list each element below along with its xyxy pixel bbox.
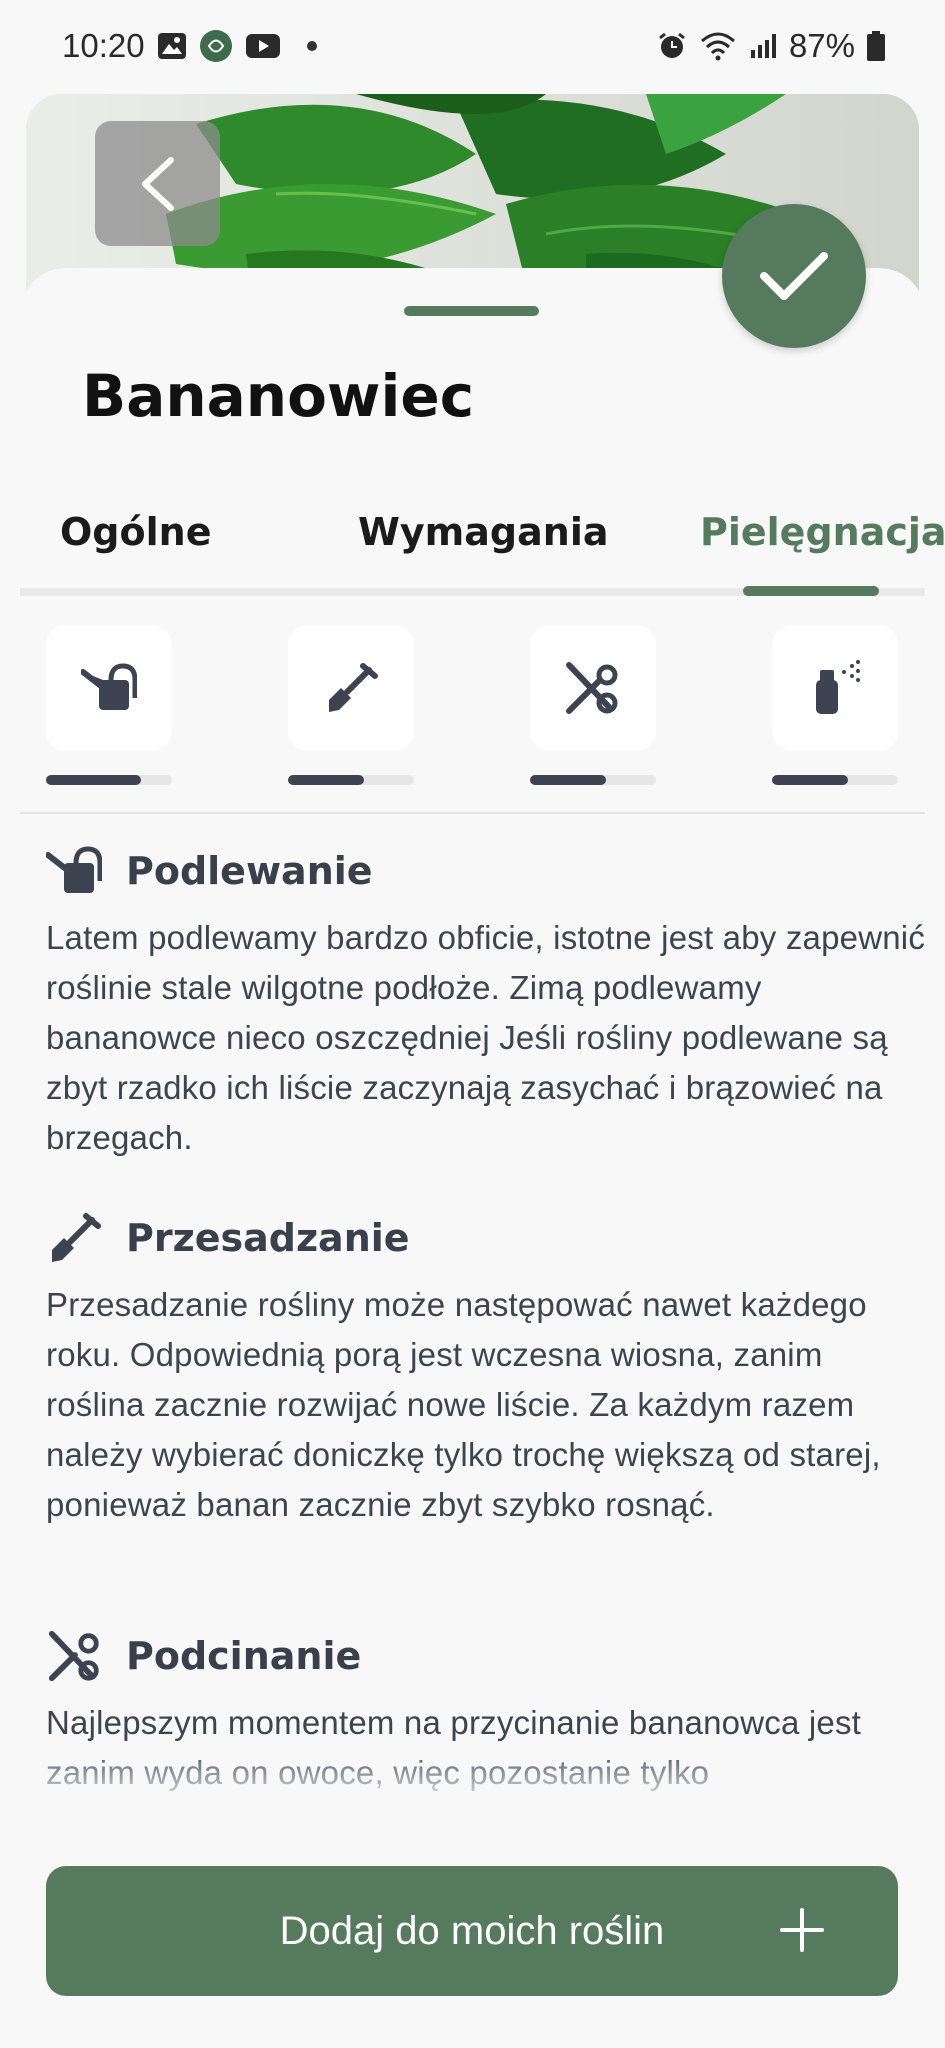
sheet-grab-handle[interactable] [404, 306, 539, 316]
care-card-repotting[interactable] [288, 625, 414, 751]
section-title: Podcinanie [126, 1634, 362, 1678]
signal-icon [749, 32, 777, 60]
care-level-repotting [288, 775, 414, 785]
confirm-button[interactable] [722, 204, 866, 348]
section-title: Podlewanie [126, 849, 373, 893]
youtube-icon [245, 33, 281, 59]
scissors-icon [46, 1627, 104, 1685]
section-divider [20, 812, 925, 814]
scroll-fade [0, 1745, 945, 1820]
chevron-left-icon [141, 156, 174, 211]
care-details: Podlewanie Latem podlewamy bardzo obfici… [0, 835, 945, 1815]
add-button-label: Dodaj do moich roślin [279, 1908, 665, 1953]
shovel-icon [46, 1209, 104, 1267]
watering-can-icon [46, 842, 104, 900]
plant-name: Bananowiec [82, 362, 475, 430]
back-button[interactable] [95, 121, 220, 246]
app-icon [199, 29, 233, 63]
section-watering: Podlewanie Latem podlewamy bardzo obfici… [46, 835, 926, 1163]
tab-requirements[interactable]: Wymagania [358, 510, 609, 554]
spray-bottle-icon [816, 660, 860, 714]
tab-active-indicator [743, 586, 879, 596]
tab-bar: Ogólne Wymagania Pielęgnacja [20, 500, 945, 596]
watering-can-icon [81, 663, 137, 710]
battery-percent: 87% [788, 27, 855, 64]
care-card-misting[interactable] [772, 625, 898, 751]
care-level-watering [46, 775, 172, 785]
care-overview [0, 625, 945, 785]
scissors-icon [566, 662, 618, 714]
status-bar: 10:20 87% [0, 0, 945, 92]
wifi-icon [699, 31, 737, 61]
tab-care[interactable]: Pielęgnacja [700, 510, 945, 554]
care-card-pruning[interactable] [530, 625, 656, 751]
gallery-icon [157, 32, 187, 60]
tab-general[interactable]: Ogólne [60, 510, 211, 554]
section-text: Przesadzanie rośliny może następować naw… [46, 1286, 881, 1523]
notification-dot [306, 41, 317, 51]
section-text: Latem podlewamy bardzo obficie, istotne … [46, 919, 926, 1156]
shovel-icon [329, 663, 378, 712]
section-title: Przesadzanie [126, 1216, 410, 1260]
care-level-misting [772, 775, 898, 785]
care-card-watering[interactable] [46, 625, 172, 751]
battery-icon [867, 31, 885, 61]
section-repotting: Przesadzanie Przesadzanie rośliny może n… [46, 1202, 926, 1530]
care-level-pruning [530, 775, 656, 785]
status-time: 10:20 [62, 27, 145, 64]
add-to-my-plants-button[interactable]: Dodaj do moich roślin [46, 1866, 898, 1996]
check-icon [760, 252, 828, 300]
alarm-icon [657, 31, 687, 61]
plus-icon [772, 1900, 832, 1964]
